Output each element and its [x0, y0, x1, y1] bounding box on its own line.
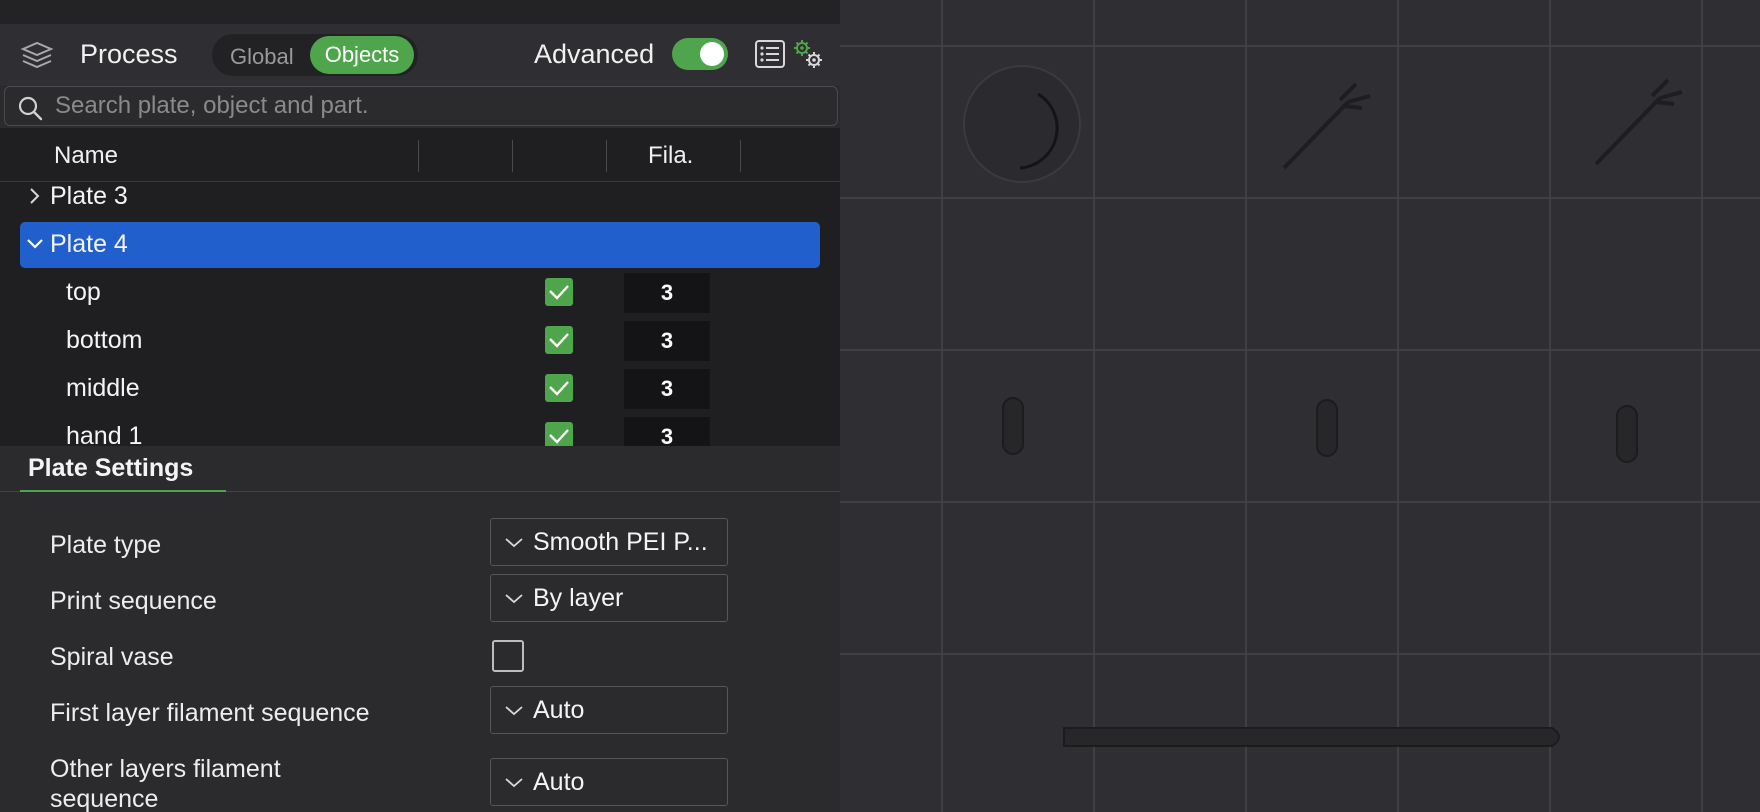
layers-icon — [20, 41, 54, 69]
tree-row-plate-selected[interactable]: Plate 4 — [20, 222, 820, 268]
chevron-down-icon — [505, 778, 523, 788]
checkmark-icon — [549, 333, 569, 348]
first-layer-sequence-value: Auto — [533, 696, 585, 724]
model-pin-part[interactable] — [1614, 404, 1640, 466]
part-label: middle — [66, 374, 140, 402]
print-sequence-value: By layer — [533, 584, 624, 612]
column-divider[interactable] — [606, 140, 607, 172]
advanced-label: Advanced — [534, 39, 655, 69]
other-layers-sequence-value: Auto — [533, 768, 585, 796]
column-name-header[interactable]: Name — [54, 142, 118, 170]
first-layer-sequence-label: First layer filament sequence — [50, 699, 370, 727]
model-rod-part[interactable] — [1062, 722, 1568, 752]
filament-selector[interactable]: 3 — [624, 321, 710, 361]
other-layers-sequence-select[interactable]: Auto — [490, 758, 728, 806]
app-window: { "header": { "title": "Process", "mode_… — [0, 0, 1760, 812]
tree-row-part[interactable]: bottom 3 — [0, 318, 840, 364]
top-strip — [0, 0, 840, 24]
plate-type-select[interactable]: Smooth PEI P... — [490, 518, 728, 566]
mode-global-button[interactable]: Global — [230, 44, 294, 70]
chevron-down-icon — [505, 538, 523, 548]
tree-row-part[interactable]: hand 1 3 — [0, 414, 840, 446]
tree-row-part[interactable]: middle 3 — [0, 366, 840, 412]
part-visible-checkbox[interactable] — [545, 326, 573, 354]
chevron-down-icon — [505, 706, 523, 716]
checkmark-icon — [549, 429, 569, 444]
search-box[interactable] — [4, 86, 838, 126]
model-pin-part[interactable] — [1000, 396, 1026, 458]
plate-type-label: Plate type — [50, 531, 162, 559]
mode-objects-button[interactable]: Objects — [310, 36, 414, 74]
part-visible-checkbox[interactable] — [545, 278, 573, 306]
spiral-vase-checkbox[interactable] — [492, 640, 524, 672]
column-divider[interactable] — [512, 140, 513, 172]
plate-label: Plate 3 — [50, 182, 128, 210]
model-round-part[interactable] — [950, 54, 1090, 194]
plate-settings-tab[interactable]: Plate Settings — [28, 454, 193, 483]
tab-underline — [20, 490, 226, 492]
tree-row-part[interactable]: top 3 — [0, 270, 840, 316]
part-visible-checkbox[interactable] — [545, 374, 573, 402]
model-hand-part[interactable] — [1278, 78, 1388, 178]
plate-settings-tab-bar: Plate Settings — [0, 446, 840, 492]
model-hand-part[interactable] — [1590, 74, 1700, 174]
other-layers-sequence-label: Other layers filament sequence — [50, 755, 281, 812]
part-label: bottom — [66, 326, 143, 354]
print-sequence-label: Print sequence — [50, 587, 217, 615]
first-layer-sequence-select[interactable]: Auto — [490, 686, 728, 734]
model-pin-part[interactable] — [1314, 398, 1340, 460]
3d-viewport[interactable] — [840, 0, 1760, 812]
part-label: hand 1 — [66, 422, 143, 446]
tree-row-plate[interactable]: Plate 3 — [20, 174, 820, 220]
plate-settings-section: Plate Settings Plate type Smooth PEI P..… — [0, 446, 840, 812]
column-filament-header[interactable]: Fila. — [648, 142, 693, 170]
column-divider[interactable] — [740, 140, 741, 172]
process-header: Process Global Objects Advanced — [0, 24, 840, 86]
search-input[interactable] — [55, 87, 825, 125]
settings-gear-icon[interactable] — [792, 38, 824, 70]
spiral-vase-label: Spiral vase — [50, 643, 174, 671]
list-icon[interactable] — [754, 38, 786, 70]
advanced-toggle[interactable] — [672, 38, 728, 70]
chevron-down-icon — [505, 594, 523, 604]
plate-type-value: Smooth PEI P... — [533, 528, 708, 556]
column-divider[interactable] — [418, 140, 419, 172]
checkmark-icon — [549, 285, 569, 300]
chevron-right-icon[interactable] — [26, 186, 44, 206]
checkmark-icon — [549, 381, 569, 396]
object-tree: Name Fila. Plate 3 Plate 4 top 3 bottom … — [0, 128, 840, 446]
part-label: top — [66, 278, 101, 306]
search-icon — [18, 96, 43, 121]
part-visible-checkbox[interactable] — [545, 422, 573, 446]
process-panel: Process Global Objects Advanced Search p… — [0, 0, 840, 812]
mode-switch[interactable]: Global Objects — [212, 34, 418, 76]
print-sequence-select[interactable]: By layer — [490, 574, 728, 622]
filament-selector[interactable]: 3 — [624, 273, 710, 313]
process-title: Process — [80, 39, 178, 69]
filament-selector[interactable]: 3 — [624, 417, 710, 446]
toggle-knob — [700, 42, 724, 66]
plate-label: Plate 4 — [50, 230, 128, 258]
chevron-down-icon[interactable] — [26, 234, 44, 254]
filament-selector[interactable]: 3 — [624, 369, 710, 409]
